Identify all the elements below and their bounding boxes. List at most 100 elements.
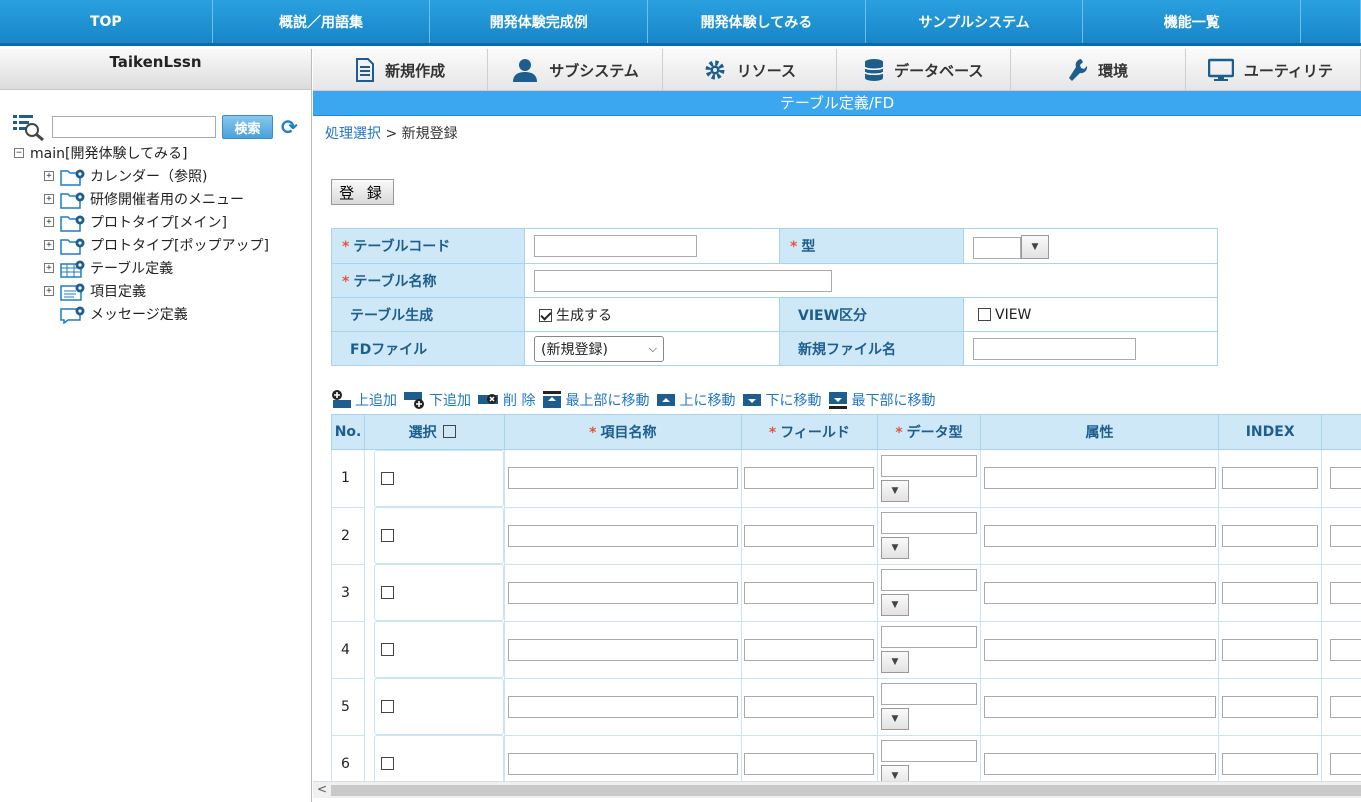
- extra-input[interactable]: [1330, 695, 1361, 718]
- dropdown-arrow-icon[interactable]: ▼: [880, 594, 909, 616]
- field-input[interactable]: [744, 752, 875, 775]
- expand-icon[interactable]: +: [44, 170, 54, 181]
- extra-input[interactable]: [1330, 581, 1361, 604]
- row-select-checkbox[interactable]: [381, 700, 395, 713]
- data-type-combo[interactable]: ▼: [880, 683, 977, 730]
- row-select-checkbox[interactable]: [381, 472, 395, 485]
- tree-item[interactable]: + カレンダー（参照): [14, 164, 269, 187]
- expand-icon[interactable]: +: [44, 262, 54, 273]
- topnav-sample[interactable]: サンプルシステム: [866, 0, 1084, 43]
- topnav-overview[interactable]: 概説／用語集: [213, 0, 431, 43]
- attr-input[interactable]: [983, 467, 1216, 490]
- row-select-checkbox[interactable]: [381, 529, 395, 542]
- expand-icon[interactable]: +: [44, 216, 54, 227]
- field-input[interactable]: [744, 695, 875, 718]
- dropdown-arrow-icon[interactable]: ▼: [880, 479, 909, 502]
- index-input[interactable]: [1222, 695, 1319, 718]
- row-select-checkbox[interactable]: [381, 643, 395, 656]
- extra-input[interactable]: [1330, 524, 1361, 547]
- add-below-button[interactable]: 下追加: [403, 390, 471, 410]
- table-gen-checkbox[interactable]: [539, 309, 552, 322]
- item-name-input[interactable]: [507, 581, 738, 604]
- table-name-input[interactable]: [534, 269, 832, 292]
- field-input[interactable]: [744, 467, 875, 490]
- select-all-checkbox[interactable]: [443, 425, 457, 438]
- item-name-input[interactable]: [507, 524, 738, 547]
- tree-item[interactable]: + 研修開催者用のメニュー: [14, 187, 269, 210]
- data-type-input[interactable]: [880, 626, 977, 648]
- topnav-top[interactable]: TOP: [0, 0, 213, 43]
- index-input[interactable]: [1222, 638, 1319, 661]
- data-type-input[interactable]: [880, 740, 977, 762]
- add-above-button[interactable]: 上追加: [331, 390, 397, 410]
- dropdown-arrow-icon[interactable]: ▼: [1021, 235, 1049, 259]
- fd-file-select[interactable]: (新規登録) ⌵: [534, 335, 664, 362]
- tree-item[interactable]: + 項目定義: [14, 279, 269, 302]
- data-type-input[interactable]: [880, 512, 977, 534]
- item-name-input[interactable]: [507, 467, 738, 490]
- index-input[interactable]: [1222, 581, 1319, 604]
- extra-input[interactable]: [1330, 752, 1361, 775]
- attr-input[interactable]: [983, 638, 1216, 661]
- horizontal-scrollbar[interactable]: <: [313, 781, 1361, 798]
- toolbar-new[interactable]: 新規作成: [313, 49, 489, 91]
- scroll-left-icon[interactable]: <: [317, 782, 327, 796]
- topnav-functions[interactable]: 機能一覧: [1083, 0, 1302, 43]
- dropdown-arrow-icon[interactable]: ▼: [880, 651, 909, 673]
- type-combo[interactable]: ▼: [973, 229, 1049, 259]
- index-input[interactable]: [1222, 524, 1319, 547]
- data-type-combo[interactable]: ▼: [880, 512, 977, 559]
- extra-input[interactable]: [1330, 638, 1361, 661]
- type-combo-input[interactable]: [973, 237, 1021, 259]
- move-down-button[interactable]: 下に移動: [741, 390, 821, 410]
- item-name-input[interactable]: [507, 638, 738, 661]
- expand-icon[interactable]: +: [44, 193, 54, 204]
- data-type-combo[interactable]: ▼: [880, 626, 977, 673]
- dropdown-arrow-icon[interactable]: ▼: [880, 708, 909, 730]
- toolbar-database[interactable]: データベース: [837, 49, 1012, 91]
- register-button[interactable]: 登 録: [331, 179, 394, 205]
- index-input[interactable]: [1222, 467, 1319, 490]
- item-name-input[interactable]: [507, 752, 738, 775]
- attr-input[interactable]: [983, 695, 1216, 718]
- expand-icon[interactable]: +: [44, 239, 54, 250]
- table-code-input[interactable]: [534, 235, 697, 257]
- topnav-try[interactable]: 開発体験してみる: [648, 0, 866, 43]
- topnav-extra[interactable]: [1301, 0, 1361, 43]
- attr-input[interactable]: [983, 752, 1216, 775]
- tree-root[interactable]: − main[開発体験してみる]: [14, 142, 269, 164]
- data-type-input[interactable]: [880, 683, 977, 705]
- new-file-input[interactable]: [973, 337, 1136, 360]
- index-input[interactable]: [1222, 752, 1319, 775]
- toolbar-environment[interactable]: 環境: [1011, 49, 1186, 91]
- data-type-combo[interactable]: ▼: [880, 569, 977, 616]
- tree-item[interactable]: + プロトタイプ[メイン]: [14, 210, 269, 233]
- field-input[interactable]: [744, 638, 875, 661]
- tree-search-input[interactable]: [52, 116, 216, 138]
- tree-item[interactable]: + プロトタイプ[ポップアップ]: [14, 233, 269, 256]
- row-select-checkbox[interactable]: [381, 757, 395, 770]
- data-type-combo[interactable]: ▼: [880, 454, 977, 502]
- breadcrumb-link[interactable]: 処理選択: [325, 126, 381, 142]
- data-type-input[interactable]: [880, 569, 977, 591]
- data-type-combo[interactable]: ▼: [880, 740, 977, 787]
- search-button[interactable]: 検索: [222, 115, 273, 139]
- row-select-checkbox[interactable]: [381, 586, 395, 599]
- extra-input[interactable]: [1330, 467, 1361, 490]
- attr-input[interactable]: [983, 581, 1216, 604]
- dropdown-arrow-icon[interactable]: ▼: [880, 537, 909, 559]
- toolbar-utility[interactable]: ユーティリテ: [1186, 49, 1361, 91]
- toolbar-resource[interactable]: リソース: [663, 49, 838, 91]
- tree-item[interactable]: メッセージ定義: [14, 302, 269, 325]
- scrollbar-thumb[interactable]: [331, 785, 1361, 796]
- toolbar-subsystem[interactable]: サブシステム: [488, 49, 663, 91]
- move-bottom-button[interactable]: 最下部に移動: [827, 390, 935, 410]
- tree-item[interactable]: + テーブル定義: [14, 256, 269, 279]
- expand-icon[interactable]: +: [44, 285, 54, 296]
- move-up-button[interactable]: 上に移動: [655, 390, 735, 410]
- attr-input[interactable]: [983, 524, 1216, 547]
- item-name-input[interactable]: [507, 695, 738, 718]
- collapse-icon[interactable]: −: [14, 148, 24, 158]
- data-type-input[interactable]: [880, 454, 977, 477]
- topnav-examples[interactable]: 開発体験完成例: [430, 0, 649, 43]
